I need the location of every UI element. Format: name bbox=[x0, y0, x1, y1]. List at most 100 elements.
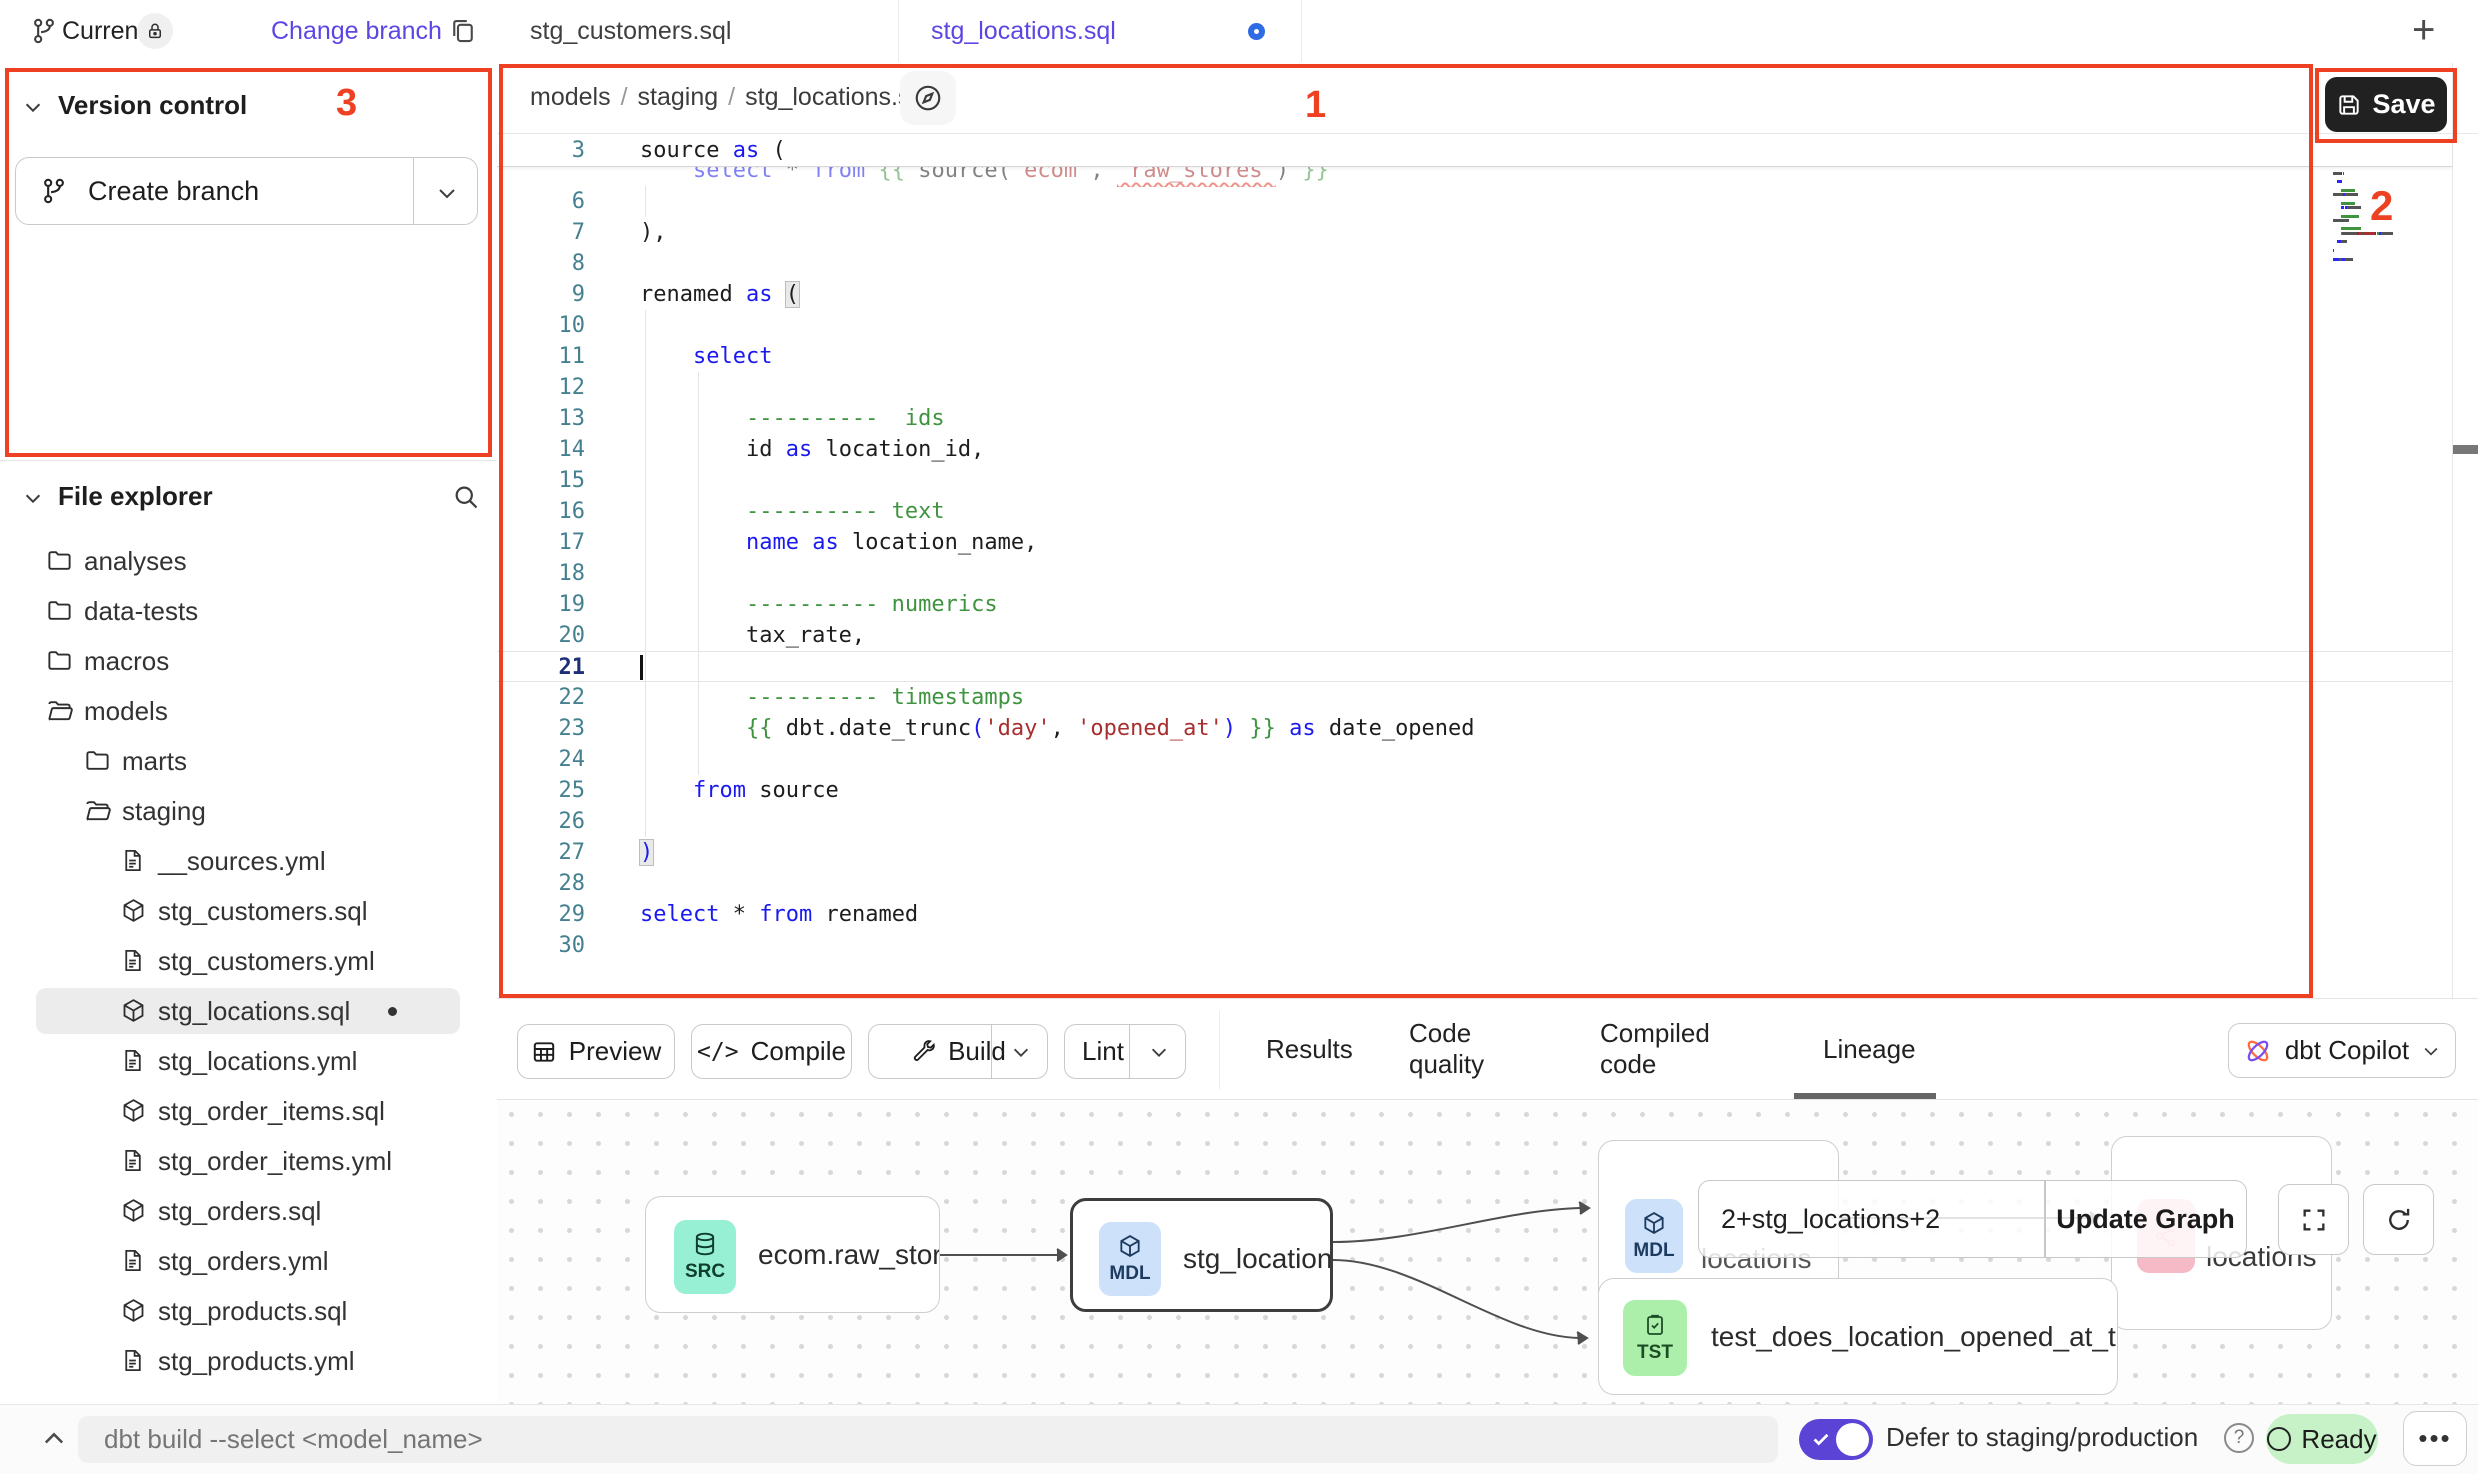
code-line-21[interactable]: 21 bbox=[497, 651, 2452, 682]
code-line-29[interactable]: 29select * from renamed bbox=[497, 899, 2452, 930]
code-line-12[interactable]: 12 bbox=[497, 372, 2452, 403]
file-item-marts[interactable]: marts bbox=[0, 736, 497, 786]
tab-code-quality[interactable]: Code quality bbox=[1409, 999, 1544, 1099]
code-line-13[interactable]: 13 ---------- ids bbox=[497, 403, 2452, 434]
minimap-line bbox=[2333, 215, 2359, 218]
file-item-stg_order_items.yml[interactable]: stg_order_items.yml bbox=[0, 1136, 497, 1186]
open-docs-chip[interactable] bbox=[900, 71, 956, 125]
code-line-23[interactable]: 23 {{ dbt.date_trunc('day', 'opened_at')… bbox=[497, 713, 2452, 744]
defer-toggle[interactable] bbox=[1799, 1419, 1873, 1460]
code-line-7[interactable]: 7), bbox=[497, 217, 2452, 248]
tab-compiled-code[interactable]: Compiled code bbox=[1600, 999, 1767, 1099]
code-line-18[interactable]: 18 bbox=[497, 558, 2452, 589]
preview-button[interactable]: Preview bbox=[517, 1024, 675, 1079]
file-item-stg_orders.sql[interactable]: stg_orders.sql bbox=[0, 1186, 497, 1236]
doc-icon bbox=[120, 1147, 145, 1179]
code-line-27[interactable]: 27) bbox=[497, 837, 2452, 868]
file-item-stg_products.sql[interactable]: stg_products.sql bbox=[0, 1286, 497, 1336]
file-item-stg_locations.sql[interactable]: stg_locations.sql bbox=[0, 986, 497, 1036]
code-line-20[interactable]: 20 tax_rate, bbox=[497, 620, 2452, 651]
code-line-14[interactable]: 14 id as location_id, bbox=[497, 434, 2452, 465]
top-bar: Current Change branch stg_customers.sqls… bbox=[0, 0, 2478, 64]
file-item-staging[interactable]: staging bbox=[0, 786, 497, 836]
file-item-macros[interactable]: macros bbox=[0, 636, 497, 686]
file-item-stg_products.yml[interactable]: stg_products.yml bbox=[0, 1336, 497, 1386]
lineage-node-source[interactable]: SRC ecom.raw_stores bbox=[645, 1196, 940, 1313]
code-editor[interactable]: models/staging/stg_locations.sql 3source… bbox=[497, 63, 2452, 998]
chevron-down-icon[interactable] bbox=[22, 487, 44, 509]
line-number: 18 bbox=[497, 558, 585, 589]
code-minimap[interactable] bbox=[2333, 150, 2445, 280]
build-button[interactable]: Build bbox=[868, 1024, 1048, 1079]
file-item-stg_locations.yml[interactable]: stg_locations.yml bbox=[0, 1036, 497, 1086]
lineage-node-test[interactable]: TST test_does_location_opened_at_trunc_t… bbox=[1598, 1278, 2118, 1395]
code-line-26[interactable]: 26 bbox=[497, 806, 2452, 837]
breadcrumb: models/staging/stg_locations.sql bbox=[530, 83, 930, 112]
tab-label: stg_customers.sql bbox=[497, 17, 731, 46]
code-line-25[interactable]: 25 from source bbox=[497, 775, 2452, 806]
code-line-15[interactable]: 15 bbox=[497, 465, 2452, 496]
minimap-line bbox=[2333, 240, 2347, 243]
line-number: 16 bbox=[497, 496, 585, 527]
tab-stg_customers.sql[interactable]: stg_customers.sql bbox=[497, 0, 899, 62]
chevron-down-icon[interactable] bbox=[1010, 1041, 1032, 1063]
lineage-canvas[interactable]: SRC ecom.raw_stores MDL stg_locations MD… bbox=[497, 1100, 2478, 1404]
file-label: stg_orders.sql bbox=[158, 1196, 321, 1227]
overflow-menu-button[interactable]: ••• bbox=[2403, 1411, 2467, 1466]
chevron-down-icon[interactable] bbox=[1148, 1041, 1170, 1063]
file-item-stg_customers.yml[interactable]: stg_customers.yml bbox=[0, 936, 497, 986]
code-line-9[interactable]: 9renamed as ( bbox=[497, 279, 2452, 310]
dbt-copilot-button[interactable]: dbt Copilot bbox=[2228, 1023, 2456, 1078]
chevron-up-icon[interactable] bbox=[40, 1425, 68, 1453]
model-cube-icon bbox=[1641, 1210, 1667, 1236]
chevron-down-icon[interactable] bbox=[435, 181, 459, 205]
file-item-analyses[interactable]: analyses bbox=[0, 536, 497, 586]
file-label: staging bbox=[122, 796, 206, 827]
change-branch-link[interactable]: Change branch bbox=[271, 17, 442, 46]
refresh-button[interactable] bbox=[2363, 1184, 2434, 1255]
file-item-models[interactable]: models bbox=[0, 686, 497, 736]
minimap-line bbox=[2333, 232, 2393, 235]
update-graph-button[interactable]: Update Graph bbox=[2045, 1181, 2246, 1257]
file-item-__sources.yml[interactable]: __sources.yml bbox=[0, 836, 497, 886]
breadcrumb-segment[interactable]: models bbox=[530, 83, 611, 111]
code-line-24[interactable]: 24 bbox=[497, 744, 2452, 775]
new-tab-plus-icon[interactable]: + bbox=[2412, 8, 2435, 53]
file-item-data-tests[interactable]: data-tests bbox=[0, 586, 497, 636]
code-line-19[interactable]: 19 ---------- numerics bbox=[497, 589, 2452, 620]
save-button[interactable]: Save bbox=[2325, 77, 2447, 132]
code-line-30[interactable]: 30 bbox=[497, 930, 2452, 961]
modified-dot-icon bbox=[388, 1007, 397, 1016]
copy-icon[interactable] bbox=[448, 16, 478, 46]
code-line-17[interactable]: 17 name as location_name, bbox=[497, 527, 2452, 558]
tab-results[interactable]: Results bbox=[1266, 999, 1349, 1099]
code-line-16[interactable]: 16 ---------- text bbox=[497, 496, 2452, 527]
search-icon[interactable] bbox=[452, 483, 480, 511]
tab-lineage[interactable]: Lineage bbox=[1823, 999, 1912, 1099]
create-branch-button[interactable]: Create branch bbox=[15, 157, 478, 225]
compass-icon bbox=[913, 83, 943, 113]
tab-stg_locations.sql[interactable]: stg_locations.sql bbox=[898, 0, 1302, 62]
lineage-selector-input[interactable]: 2+stg_locations+2 bbox=[1699, 1181, 2066, 1257]
chevron-down-icon[interactable] bbox=[22, 96, 44, 118]
line-number: 11 bbox=[497, 341, 585, 372]
code-line-11[interactable]: 11 select bbox=[497, 341, 2452, 372]
file-item-stg_customers.sql[interactable]: stg_customers.sql bbox=[0, 886, 497, 936]
file-label: stg_products.yml bbox=[158, 1346, 355, 1377]
file-item-stg_orders.yml[interactable]: stg_orders.yml bbox=[0, 1236, 497, 1286]
breadcrumb-segment[interactable]: staging bbox=[638, 83, 719, 111]
code-line-10[interactable]: 10 bbox=[497, 310, 2452, 341]
tab-label: stg_locations.sql bbox=[898, 17, 1116, 46]
compile-button[interactable]: </> Compile bbox=[691, 1024, 852, 1079]
lint-button[interactable]: Lint bbox=[1064, 1024, 1186, 1079]
scrollbar-thumb[interactable] bbox=[2453, 445, 2478, 454]
file-item-stg_order_items.sql[interactable]: stg_order_items.sql bbox=[0, 1086, 497, 1136]
code-line-22[interactable]: 22 ---------- timestamps bbox=[497, 682, 2452, 713]
fullscreen-button[interactable] bbox=[2278, 1184, 2349, 1255]
lineage-node-stg-locations[interactable]: MDL stg_locations bbox=[1070, 1198, 1333, 1312]
command-input[interactable] bbox=[78, 1416, 1778, 1463]
help-icon[interactable]: ? bbox=[2224, 1423, 2254, 1453]
code-line-6[interactable]: 6 bbox=[497, 186, 2452, 217]
code-line-8[interactable]: 8 bbox=[497, 248, 2452, 279]
code-line-28[interactable]: 28 bbox=[497, 868, 2452, 899]
